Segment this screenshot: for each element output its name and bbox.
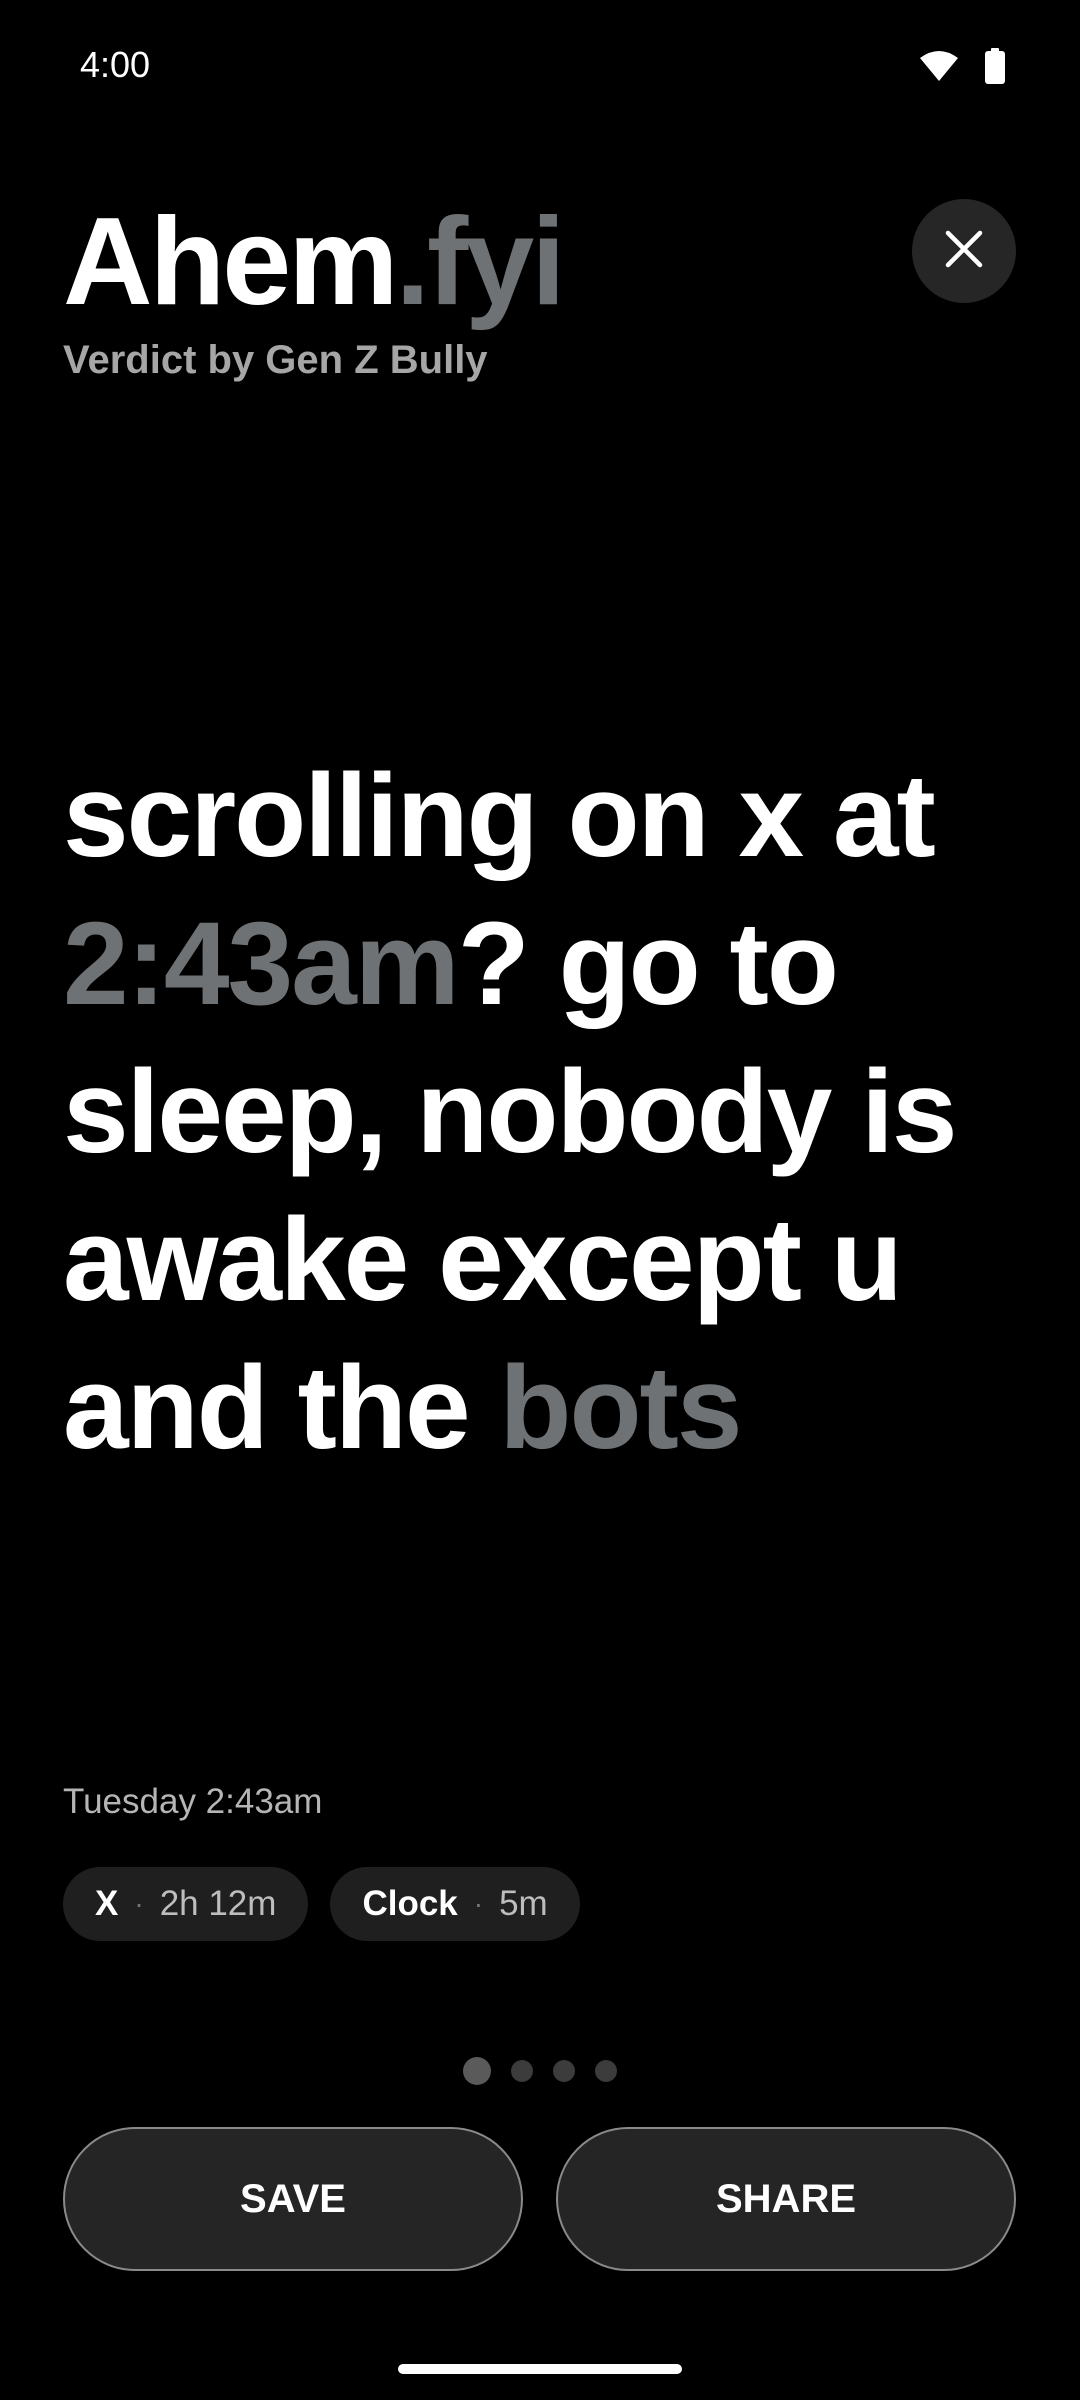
share-button[interactable]: SHARE bbox=[556, 2127, 1016, 2271]
verdict-highlight-bots: bots bbox=[499, 1342, 742, 1474]
wifi-icon bbox=[919, 50, 959, 87]
page-dot[interactable] bbox=[553, 2060, 575, 2082]
status-bar: 4:00 bbox=[0, 0, 1080, 130]
separator-dot: · bbox=[473, 1888, 484, 1919]
home-indicator[interactable] bbox=[398, 2364, 682, 2374]
usage-chip: X · 2h 12m bbox=[63, 1867, 309, 1941]
usage-chip: Clock · 5m bbox=[330, 1867, 580, 1941]
usage-chip-duration: 5m bbox=[499, 1884, 548, 1923]
verdict-highlight-time: 2:43am bbox=[63, 898, 460, 1030]
page-dot-active[interactable] bbox=[463, 2057, 491, 2085]
subtitle: Verdict by Gen Z Bully bbox=[63, 338, 488, 382]
verdict-text: scrolling on x at 2:43am? go to sleep, n… bbox=[63, 742, 1023, 1482]
page-dot[interactable] bbox=[511, 2060, 533, 2082]
brand-accent: .fyi bbox=[395, 193, 566, 331]
battery-icon bbox=[985, 48, 1005, 89]
brand-title: Ahem.fyi bbox=[63, 200, 566, 324]
brand-main: Ahem bbox=[63, 193, 399, 331]
usage-chip-duration: 2h 12m bbox=[159, 1884, 277, 1923]
usage-chips: X · 2h 12m Clock · 5m bbox=[63, 1867, 580, 1941]
verdict-part-1: scrolling on x at bbox=[63, 750, 936, 882]
close-button[interactable] bbox=[912, 199, 1016, 303]
status-icons bbox=[919, 48, 1005, 89]
usage-chip-app: X bbox=[95, 1884, 119, 1923]
status-time: 4:00 bbox=[80, 44, 151, 85]
session-timestamp: Tuesday 2:43am bbox=[63, 1782, 323, 1821]
page-dot[interactable] bbox=[595, 2060, 617, 2082]
usage-chip-app: Clock bbox=[362, 1884, 458, 1923]
header: Ahem.fyi Verdict by Gen Z Bully bbox=[63, 200, 566, 383]
save-button[interactable]: SAVE bbox=[63, 2127, 523, 2271]
page-indicator bbox=[463, 2057, 617, 2085]
separator-dot: · bbox=[134, 1888, 144, 1919]
close-icon bbox=[944, 229, 984, 274]
